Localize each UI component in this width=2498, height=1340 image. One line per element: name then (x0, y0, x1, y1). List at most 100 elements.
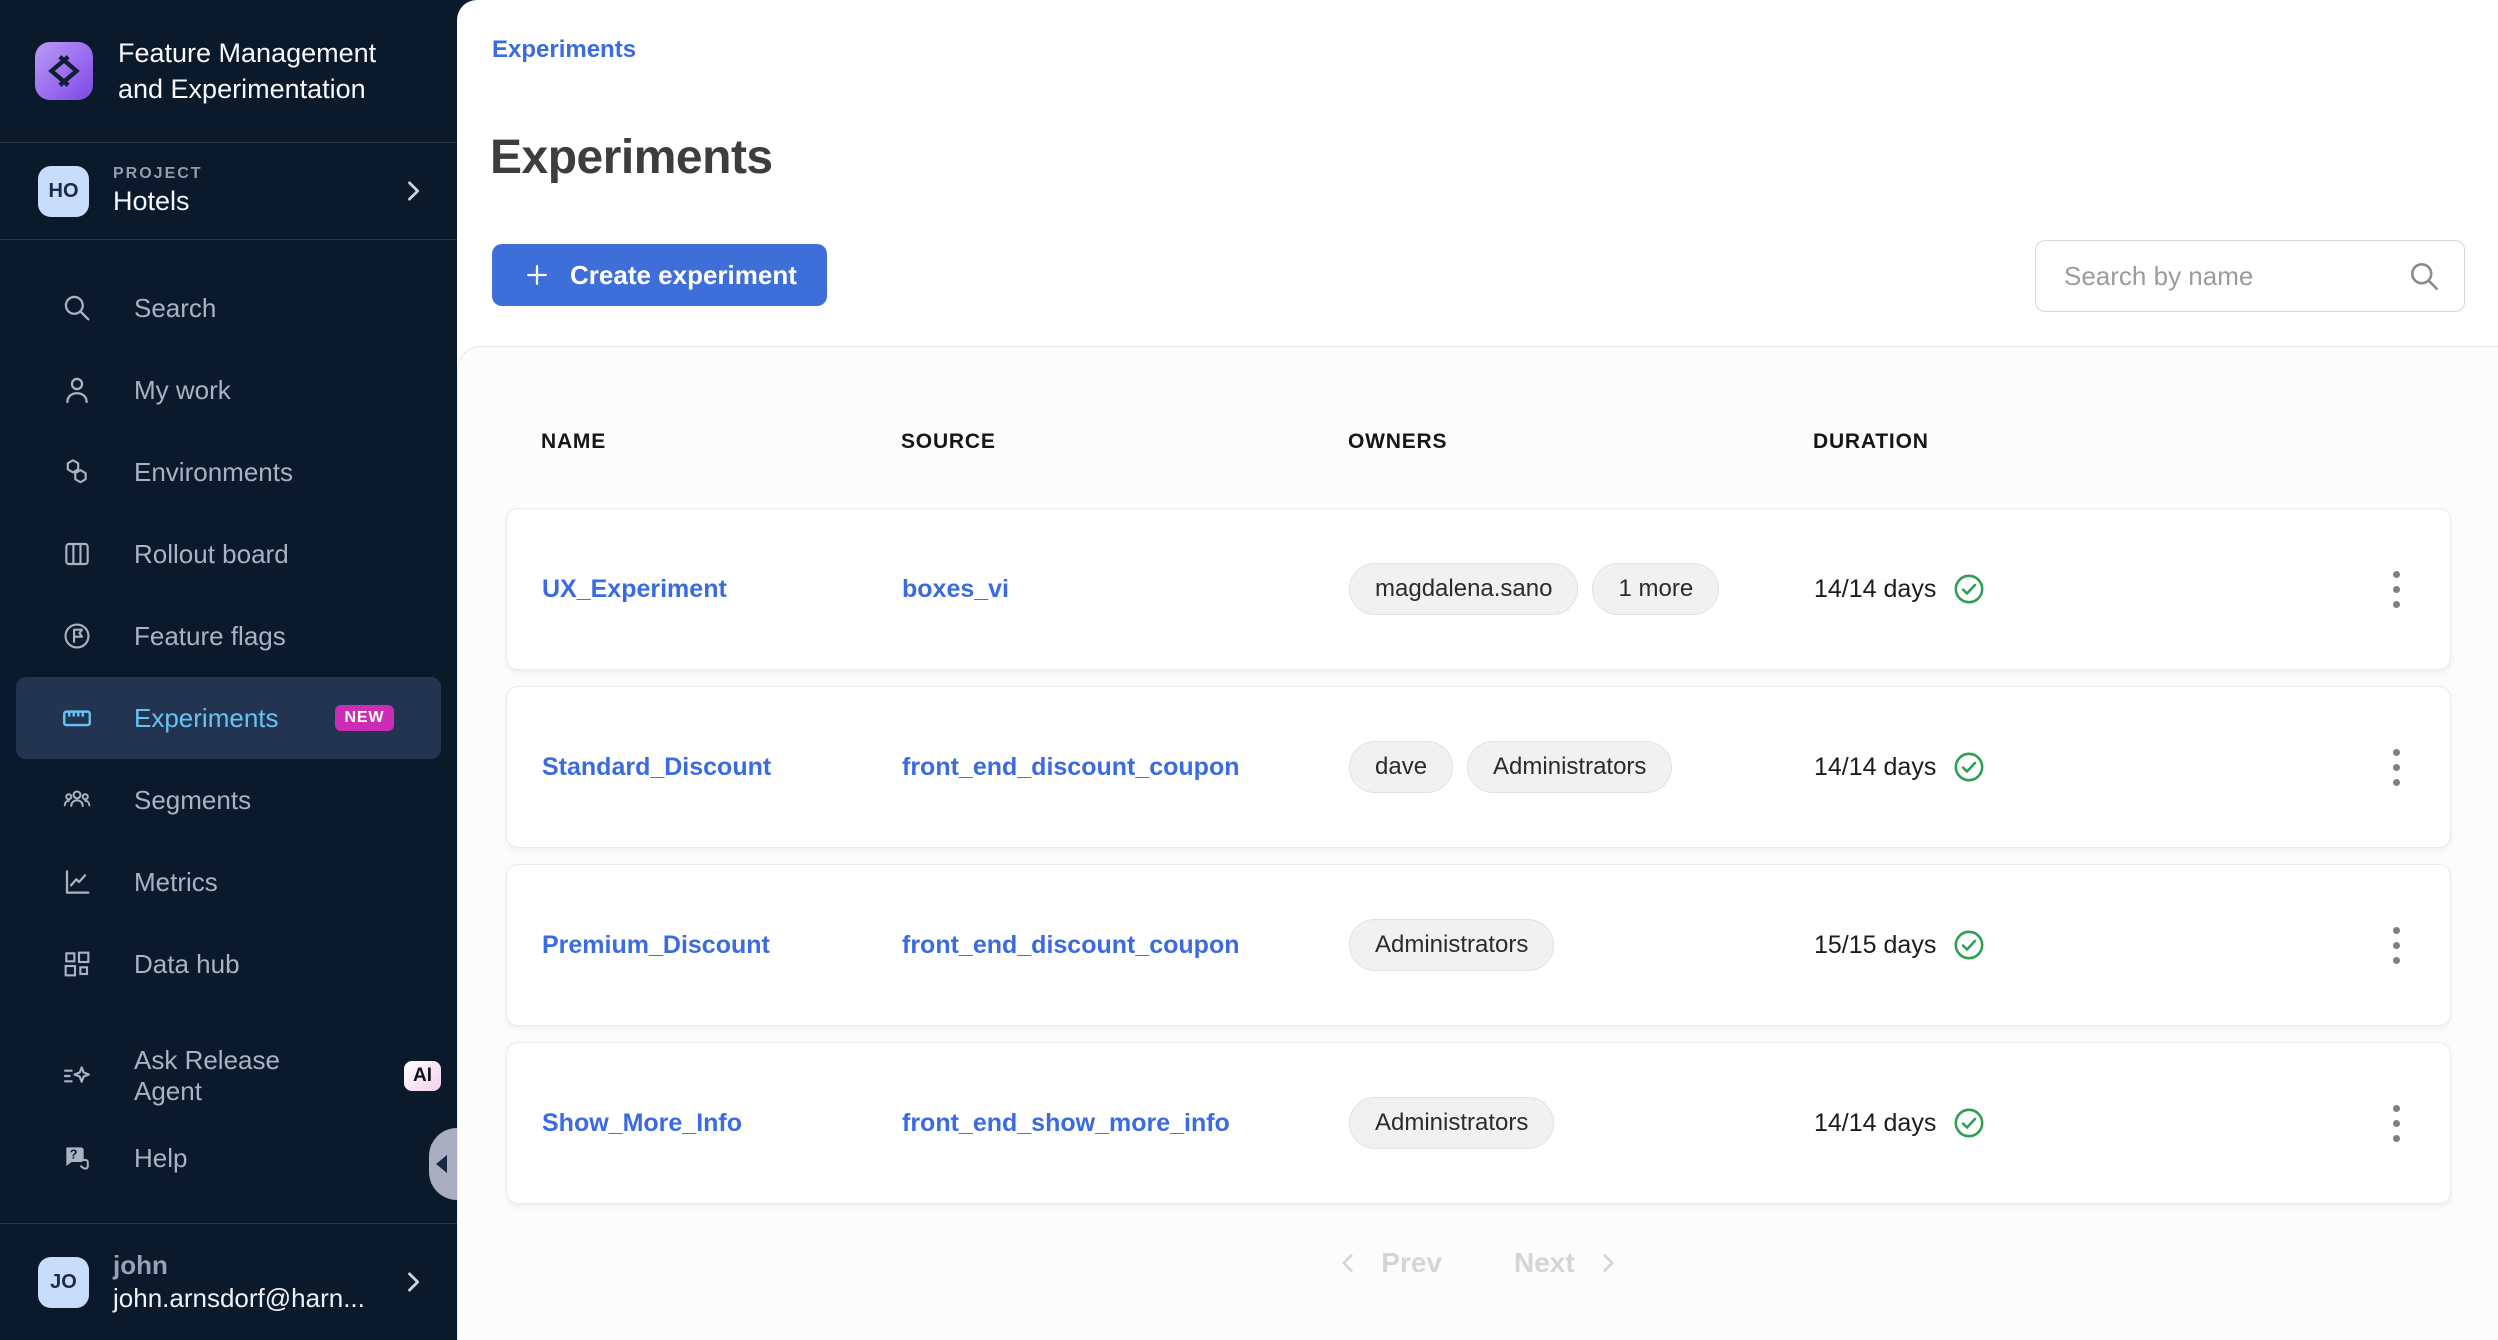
chevron-right-icon (399, 177, 427, 205)
owner-chip: magdalena.sano (1349, 563, 1578, 615)
sidebar: Feature Management and Experimentation H… (0, 0, 457, 1340)
project-label: PROJECT (113, 165, 375, 183)
people-icon (60, 784, 94, 816)
project-name: Hotels (113, 186, 375, 217)
grid-icon (60, 948, 94, 980)
user-menu[interactable]: JO john john.arnsdorf@harn... (0, 1223, 457, 1340)
sidebar-item-metrics[interactable]: Metrics (16, 841, 441, 923)
search-box (2035, 240, 2465, 312)
chevron-left-icon (436, 1155, 447, 1173)
sidebar-item-search[interactable]: Search (16, 267, 441, 349)
check-circle-icon (1952, 1106, 1986, 1140)
chevron-right-icon (399, 1268, 427, 1296)
sidebar-item-label: Experiments (134, 703, 279, 734)
owner-chip: Administrators (1467, 741, 1672, 793)
user-name: john (113, 1250, 375, 1281)
sidebar-nav: Search My work Environments (0, 240, 457, 1199)
row-menu-button[interactable] (2372, 554, 2420, 624)
experiment-name-link[interactable]: Premium_Discount (542, 931, 770, 960)
sidebar-item-label: Data hub (134, 949, 240, 980)
app-logo-block: Feature Management and Experimentation (0, 0, 457, 143)
sidebar-item-label: My work (134, 375, 231, 406)
hexagons-icon (60, 456, 94, 488)
help-bubble-icon: ? (60, 1142, 94, 1174)
app-title: Feature Management and Experimentation (118, 35, 376, 107)
chart-icon (60, 866, 94, 898)
sidebar-item-my-work[interactable]: My work (16, 349, 441, 431)
page-title: Experiments (490, 130, 773, 185)
experiment-source-link[interactable]: front_end_show_more_info (902, 1109, 1230, 1138)
table-row: Show_More_Info front_end_show_more_info … (506, 1042, 2451, 1204)
sidebar-item-help[interactable]: ? Help (16, 1117, 441, 1199)
ai-badge: AI (404, 1061, 441, 1091)
owner-chip: dave (1349, 741, 1453, 793)
app-logo-icon (35, 42, 93, 100)
duration-text: 14/14 days (1814, 1109, 1936, 1138)
owner-overflow-chip: 1 more (1592, 563, 1719, 615)
pagination: Prev Next (458, 1247, 2498, 1279)
experiments-list: UX_Experiment boxes_vi magdalena.sano 1 … (506, 508, 2451, 1204)
experiment-name-link[interactable]: Standard_Discount (542, 753, 771, 782)
row-menu-button[interactable] (2372, 732, 2420, 802)
sidebar-item-environments[interactable]: Environments (16, 431, 441, 513)
main-content: Experiments Experiments Create experimen… (457, 0, 2498, 1340)
ruler-icon (60, 701, 94, 735)
search-icon (60, 292, 94, 324)
chevron-right-icon (1595, 1250, 1621, 1276)
sidebar-item-data-hub[interactable]: Data hub (16, 923, 441, 1005)
sidebar-item-label: Rollout board (134, 539, 289, 570)
column-header-owners: OWNERS (1348, 430, 1813, 454)
sidebar-item-label: Segments (134, 785, 251, 816)
experiment-source-link[interactable]: front_end_discount_coupon (902, 931, 1240, 960)
svg-text:?: ? (70, 1147, 78, 1161)
experiment-name-link[interactable]: UX_Experiment (542, 575, 727, 604)
project-avatar: HO (38, 166, 89, 217)
duration-text: 15/15 days (1814, 931, 1936, 960)
prev-page-button[interactable]: Prev (1335, 1247, 1442, 1279)
experiment-source-link[interactable]: front_end_discount_coupon (902, 753, 1240, 782)
project-selector[interactable]: HO PROJECT Hotels (0, 143, 457, 240)
sidebar-item-segments[interactable]: Segments (16, 759, 441, 841)
check-circle-icon (1952, 750, 1986, 784)
search-icon (2406, 258, 2442, 294)
duration-text: 14/14 days (1814, 575, 1936, 604)
sidebar-item-label: Ask Release Agent (134, 1045, 342, 1107)
row-menu-button[interactable] (2372, 1088, 2420, 1158)
sidebar-item-label: Help (134, 1143, 187, 1174)
user-icon (60, 374, 94, 406)
sidebar-item-label: Metrics (134, 867, 218, 898)
sidebar-item-ask-release-agent[interactable]: Ask Release Agent AI (16, 1035, 441, 1117)
row-menu-button[interactable] (2372, 910, 2420, 980)
table-row: UX_Experiment boxes_vi magdalena.sano 1 … (506, 508, 2451, 670)
check-circle-icon (1952, 928, 1986, 962)
column-header-duration: DURATION (1813, 430, 2361, 454)
new-badge: NEW (335, 705, 395, 731)
table-header-row: NAME SOURCE OWNERS DURATION (506, 422, 2451, 462)
owner-chip: Administrators (1349, 919, 1554, 971)
table-row: Standard_Discount front_end_discount_cou… (506, 686, 2451, 848)
breadcrumb[interactable]: Experiments (492, 36, 636, 64)
experiments-table-panel: NAME SOURCE OWNERS DURATION UX_Experimen… (457, 346, 2498, 1340)
table-row: Premium_Discount front_end_discount_coup… (506, 864, 2451, 1026)
duration-text: 14/14 days (1814, 753, 1936, 782)
sidebar-item-experiments[interactable]: Experiments NEW (16, 677, 441, 759)
user-email: john.arnsdorf@harn... (113, 1283, 375, 1314)
check-circle-icon (1952, 572, 1986, 606)
sidebar-item-rollout-board[interactable]: Rollout board (16, 513, 441, 595)
sidebar-item-label: Environments (134, 457, 293, 488)
search-input[interactable] (2064, 261, 2406, 292)
sidebar-item-feature-flags[interactable]: Feature flags (16, 595, 441, 677)
experiment-name-link[interactable]: Show_More_Info (542, 1109, 742, 1138)
user-avatar: JO (38, 1257, 89, 1308)
chevron-left-icon (1335, 1250, 1361, 1276)
owner-chip: Administrators (1349, 1097, 1554, 1149)
sparkle-icon (60, 1060, 94, 1092)
sidebar-item-label: Search (134, 293, 216, 324)
flag-circle-icon (60, 620, 94, 652)
create-experiment-button[interactable]: Create experiment (492, 244, 827, 306)
column-header-source: SOURCE (901, 430, 1348, 454)
plus-icon (522, 260, 552, 290)
next-page-button[interactable]: Next (1514, 1247, 1621, 1279)
experiment-source-link[interactable]: boxes_vi (902, 575, 1009, 604)
board-icon (60, 538, 94, 570)
